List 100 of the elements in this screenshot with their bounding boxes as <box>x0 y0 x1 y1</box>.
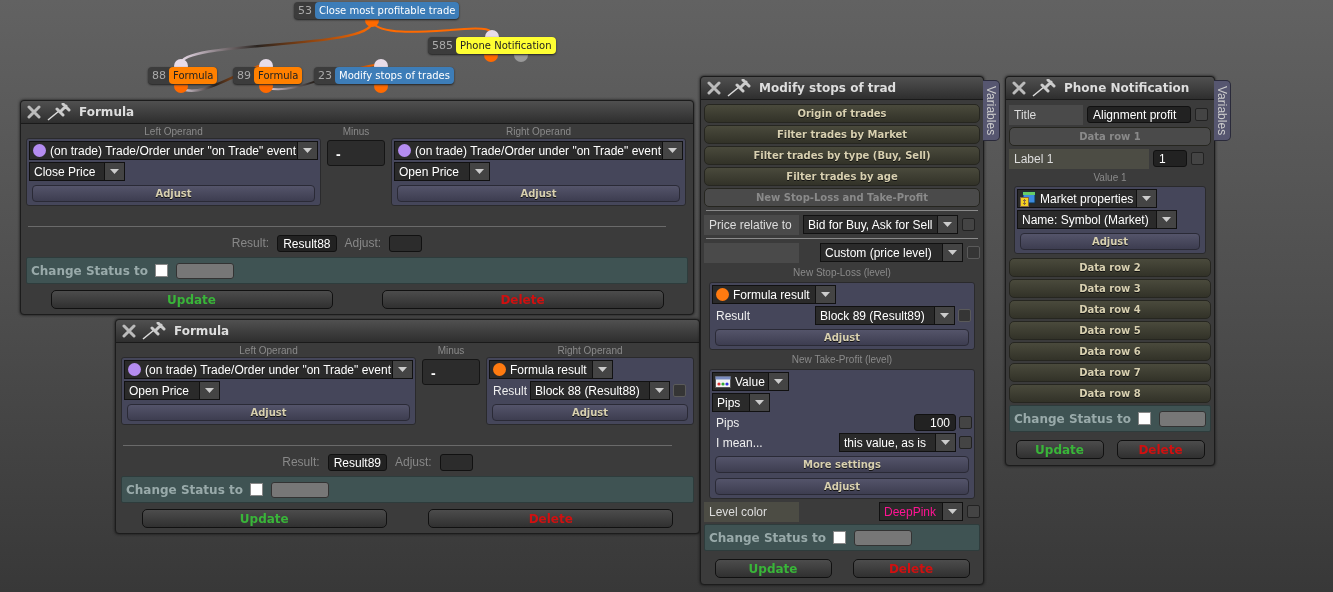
checkbox[interactable] <box>967 505 980 518</box>
result-field[interactable]: Result89 <box>327 453 387 471</box>
node-label[interactable]: Modify stops of trades <box>335 67 454 84</box>
dropdown[interactable]: DeepPink <box>879 502 963 521</box>
update-button[interactable]: Update <box>714 559 832 578</box>
close-icon[interactable] <box>1012 81 1026 95</box>
window-title: Formula <box>174 324 230 338</box>
dropdown[interactable]: Name: Symbol (Market) <box>1017 210 1177 229</box>
adjust-button[interactable]: Adjust <box>127 404 410 421</box>
checkbox[interactable] <box>1138 412 1151 425</box>
dropdown[interactable]: Value <box>712 372 789 391</box>
operator-caption: Minus <box>437 345 465 357</box>
label-field[interactable]: 1 <box>1153 150 1187 167</box>
dropdown[interactable]: Formula result <box>712 285 836 304</box>
checkbox[interactable] <box>962 218 975 231</box>
pin-icon[interactable] <box>727 79 751 97</box>
checkbox[interactable] <box>1195 108 1208 121</box>
caret-icon <box>110 169 119 174</box>
status-field[interactable] <box>1159 410 1206 427</box>
dropdown[interactable]: (on trade) Trade/Order under "on Trade" event <box>394 141 683 160</box>
operator-field[interactable]: - <box>422 359 480 385</box>
title-field[interactable]: Alignment profit <box>1087 106 1191 123</box>
dropdown[interactable]: Open Price <box>394 162 490 181</box>
pips-field[interactable]: 100 <box>914 414 956 431</box>
circle-icon <box>716 288 729 301</box>
adjust-field[interactable] <box>439 453 473 471</box>
section-header[interactable]: Data row 3 <box>1009 279 1211 298</box>
dropdown[interactable]: Pips <box>712 393 770 412</box>
section-header[interactable]: Data row 6 <box>1009 342 1211 361</box>
pin-icon[interactable] <box>1032 79 1056 97</box>
section-header[interactable]: Origin of trades <box>704 104 980 123</box>
section-header[interactable]: Filter trades by type (Buy, Sell) <box>704 146 980 165</box>
caret-icon <box>303 148 312 153</box>
dropdown[interactable]: Market properties <box>1017 189 1157 208</box>
node-label[interactable]: Close most profitable trade <box>315 2 460 19</box>
circle-icon <box>128 363 141 376</box>
section-header[interactable]: Data row 4 <box>1009 300 1211 319</box>
dropdown[interactable]: Formula result <box>489 360 613 379</box>
result-label: Result <box>715 308 751 323</box>
node-id: 89 <box>236 68 252 84</box>
node-label[interactable]: Formula <box>169 67 218 84</box>
pin-icon[interactable] <box>142 322 166 340</box>
adjust-button[interactable]: Adjust <box>715 478 969 495</box>
status-field[interactable] <box>271 481 329 498</box>
caret-icon <box>941 440 950 445</box>
update-button[interactable]: Update <box>141 509 387 528</box>
pin-icon[interactable] <box>47 103 71 121</box>
checkbox[interactable] <box>833 531 846 544</box>
checkbox[interactable] <box>155 264 168 277</box>
adjust-button[interactable]: Adjust <box>1020 233 1200 250</box>
caret-icon <box>398 367 407 372</box>
status-field[interactable] <box>176 262 234 279</box>
node-id: 88 <box>151 68 167 84</box>
caret-icon <box>948 509 957 514</box>
mean-label: I mean... <box>715 435 763 450</box>
dropdown[interactable]: Block 88 (Result88) <box>530 381 670 400</box>
section-header[interactable]: Data row 7 <box>1009 363 1211 382</box>
result-label: Result <box>492 383 527 398</box>
operator-field[interactable]: - <box>327 140 385 166</box>
node-label[interactable]: Phone Notification <box>456 37 556 54</box>
dropdown[interactable]: Block 89 (Result89) <box>815 306 955 325</box>
adjust-field[interactable] <box>389 234 423 252</box>
dropdown[interactable]: (on trade) Trade/Order under "on Trade" event <box>124 360 413 379</box>
close-icon[interactable] <box>707 81 721 95</box>
dropdown[interactable]: this value, as is <box>839 433 956 452</box>
adjust-button[interactable]: Adjust <box>32 185 315 202</box>
value-icon <box>715 375 731 388</box>
dropdown[interactable]: Bid for Buy, Ask for Sell <box>803 215 958 234</box>
section-header[interactable]: Filter trades by Market <box>704 125 980 144</box>
checkbox[interactable] <box>959 416 972 429</box>
adjust-button[interactable]: Adjust <box>397 185 680 202</box>
adjust-button[interactable]: Adjust <box>715 329 969 346</box>
close-icon[interactable] <box>122 324 136 338</box>
status-field[interactable] <box>854 529 912 546</box>
adjust-button[interactable]: Adjust <box>492 404 688 421</box>
dropdown[interactable]: Close Price <box>29 162 125 181</box>
checkbox[interactable] <box>959 436 972 449</box>
section-header[interactable]: Data row 2 <box>1009 258 1211 277</box>
result-label: Result: <box>231 236 270 250</box>
update-button[interactable]: Update <box>1015 440 1104 459</box>
node-label[interactable]: Formula <box>254 67 303 84</box>
checkbox[interactable] <box>1191 152 1204 165</box>
more-settings-button[interactable]: More settings <box>715 456 969 473</box>
group-caption: New Stop-Loss (level) <box>793 267 891 279</box>
section-header[interactable]: Data row 8 <box>1009 384 1211 403</box>
caret-icon <box>948 250 957 255</box>
caret-icon <box>1142 196 1151 201</box>
dropdown[interactable]: Custom (price level) <box>820 243 963 262</box>
section-header[interactable]: Data row 5 <box>1009 321 1211 340</box>
section-header[interactable]: Filter trades by age <box>704 167 980 186</box>
checkbox[interactable] <box>250 483 263 496</box>
dropdown[interactable]: Open Price <box>124 381 220 400</box>
variables-tab[interactable]: Variables <box>1214 80 1231 142</box>
update-button[interactable]: Update <box>50 290 333 309</box>
result-field[interactable]: Result88 <box>277 234 337 252</box>
close-icon[interactable] <box>27 105 41 119</box>
adjust-label: Adjust: <box>395 455 432 469</box>
operand-caption: Right Operand <box>505 126 571 138</box>
variables-tab[interactable]: Variables <box>983 80 1000 142</box>
dropdown[interactable]: (on trade) Trade/Order under "on Trade" event <box>29 141 318 160</box>
